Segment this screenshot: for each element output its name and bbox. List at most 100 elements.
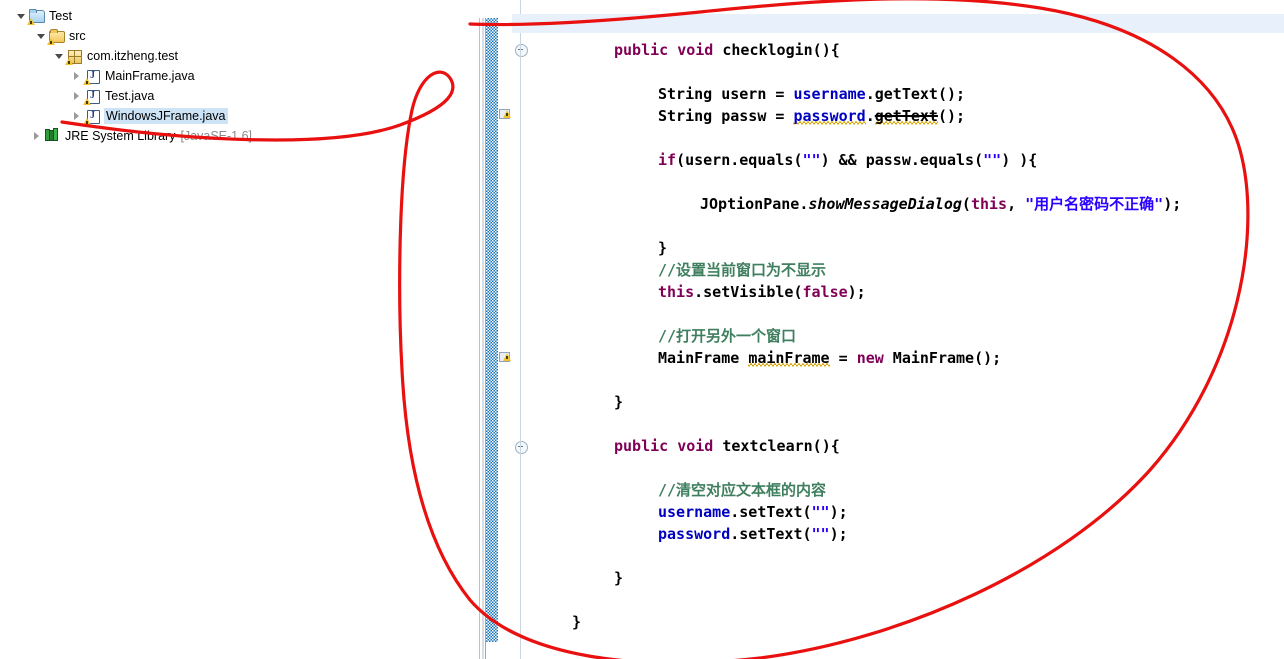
code-line[interactable]: String usern = username.getText(); xyxy=(658,85,965,104)
code-token: ); xyxy=(829,503,848,521)
code-token: MainFrame xyxy=(658,349,749,367)
java-file-icon xyxy=(83,88,101,105)
vertical-scrollbar[interactable] xyxy=(476,0,498,659)
annotation-ruler[interactable] xyxy=(498,0,513,659)
scrollbar-track-line xyxy=(482,18,484,659)
code-line[interactable]: } xyxy=(572,613,581,632)
warning-overlay-icon xyxy=(83,97,91,105)
code-token: ); xyxy=(829,525,848,543)
code-token: } xyxy=(658,239,668,257)
tree-item-src[interactable]: src xyxy=(0,26,86,46)
code-token: false xyxy=(802,283,848,301)
warning-marker-icon[interactable] xyxy=(499,351,511,363)
code-token: ); xyxy=(1163,195,1182,213)
folding-ruler[interactable] xyxy=(512,0,530,659)
project-icon xyxy=(27,8,45,25)
code-token: //清空对应文本框的内容 xyxy=(658,481,827,499)
code-token: ); xyxy=(847,283,866,301)
code-token: void xyxy=(677,437,714,455)
code-token: username xyxy=(793,85,866,103)
current-line-highlight xyxy=(512,14,1284,33)
code-line[interactable]: public void checklogin(){ xyxy=(614,41,840,60)
warning-marker-icon[interactable] xyxy=(499,108,511,120)
eclipse-ide-screenshot: Test srccom.itzheng.test MainFrame.java Tes… xyxy=(0,0,1284,659)
tree-item-test-java[interactable]: Test.java xyxy=(0,86,154,106)
code-line[interactable]: //设置当前窗口为不显示 xyxy=(658,261,826,280)
code-line[interactable]: } xyxy=(614,393,623,412)
tree-item-jre-system-library[interactable]: JRE System Library [JavaSE-1.6] xyxy=(0,126,252,146)
code-token: getText xyxy=(874,107,938,125)
code-token: password xyxy=(793,107,866,125)
code-token: password xyxy=(658,525,731,543)
code-token: JOptionPane. xyxy=(700,195,809,213)
tree-item-label: com.itzheng.test xyxy=(87,49,179,63)
chevron-right-icon[interactable] xyxy=(70,69,84,83)
code-token: //打开另外一个窗口 xyxy=(658,327,797,345)
chevron-down-icon[interactable] xyxy=(14,9,28,23)
code-token: , xyxy=(1007,195,1026,213)
code-line[interactable]: password.setText(""); xyxy=(658,525,848,544)
code-token: String usern = xyxy=(658,85,794,103)
code-line[interactable]: JOptionPane.showMessageDialog(this, "用户名… xyxy=(700,195,1181,214)
chevron-down-icon[interactable] xyxy=(34,29,48,43)
code-line[interactable]: } xyxy=(658,239,667,258)
code-token: mainFrame xyxy=(748,349,830,367)
java-file-icon xyxy=(83,68,101,85)
code-line[interactable]: //打开另外一个窗口 xyxy=(658,327,796,346)
code-token: } xyxy=(572,613,582,631)
package-explorer-panel: Test srccom.itzheng.test MainFrame.java Tes… xyxy=(0,0,476,659)
scrollbar-track-line xyxy=(479,18,480,659)
code-token: //设置当前窗口为不显示 xyxy=(658,261,827,279)
tree-item-label: WindowsJFrame.java xyxy=(104,108,229,124)
fold-collapse-checklogin-icon[interactable] xyxy=(515,44,528,57)
code-line[interactable]: MainFrame mainFrame = new MainFrame(); xyxy=(658,349,1001,368)
chevron-right-icon[interactable] xyxy=(30,129,44,143)
code-token: } xyxy=(614,569,624,587)
warning-overlay-icon xyxy=(27,17,35,25)
code-token: checklogin(){ xyxy=(713,41,840,59)
code-line[interactable]: } xyxy=(614,569,623,588)
code-token: textclearn(){ xyxy=(713,437,840,455)
tree-item-mainframe-java[interactable]: MainFrame.java xyxy=(0,66,195,86)
code-token: } xyxy=(614,393,624,411)
tree-item-test[interactable]: Test xyxy=(0,6,72,26)
code-token: .setText( xyxy=(730,503,812,521)
code-line[interactable]: this.setVisible(false); xyxy=(658,283,866,302)
code-token: String passw = xyxy=(658,107,794,125)
code-line[interactable]: public void textclearn(){ xyxy=(614,437,840,456)
chevron-down-icon[interactable] xyxy=(52,49,66,63)
code-token: "" xyxy=(811,525,830,543)
warning-overlay-icon xyxy=(83,117,91,125)
tree-item-com-itzheng-test[interactable]: com.itzheng.test xyxy=(0,46,178,66)
tree-item-label: JRE System Library xyxy=(65,129,176,143)
code-token: .setText( xyxy=(730,525,812,543)
code-token: ) ){ xyxy=(1001,151,1038,169)
code-token: .setVisible( xyxy=(694,283,803,301)
code-token: "" xyxy=(811,503,830,521)
tree-item-label: src xyxy=(69,29,86,43)
tree-item-label: Test.java xyxy=(105,89,155,103)
chevron-right-icon[interactable] xyxy=(70,109,84,123)
code-token: "" xyxy=(983,151,1002,169)
package-icon xyxy=(65,48,83,65)
scrollbar-thumb[interactable] xyxy=(486,18,498,642)
code-token: "用户名密码不正确" xyxy=(1025,195,1164,213)
code-token: . xyxy=(865,107,875,125)
library-icon xyxy=(44,128,61,144)
chevron-right-icon[interactable] xyxy=(70,89,84,103)
tree-item-windowsjframe-java[interactable]: WindowsJFrame.java xyxy=(0,106,229,126)
code-line[interactable]: if(usern.equals("") && passw.equals("") … xyxy=(658,151,1037,170)
code-line[interactable]: username.setText(""); xyxy=(658,503,848,522)
code-token: MainFrame(); xyxy=(883,349,1002,367)
code-line[interactable]: //清空对应文本框的内容 xyxy=(658,481,826,500)
code-token: (); xyxy=(937,107,966,125)
code-surface[interactable]: public void checklogin(){ String usern = … xyxy=(512,0,1284,659)
fold-guide-line xyxy=(520,0,521,659)
source-folder-icon xyxy=(47,28,65,45)
fold-collapse-textclearn-icon[interactable] xyxy=(515,441,528,454)
tree-item-label: Test xyxy=(49,9,72,23)
code-line[interactable]: String passw = password.getText(); xyxy=(658,107,965,126)
code-token: if xyxy=(658,151,677,169)
